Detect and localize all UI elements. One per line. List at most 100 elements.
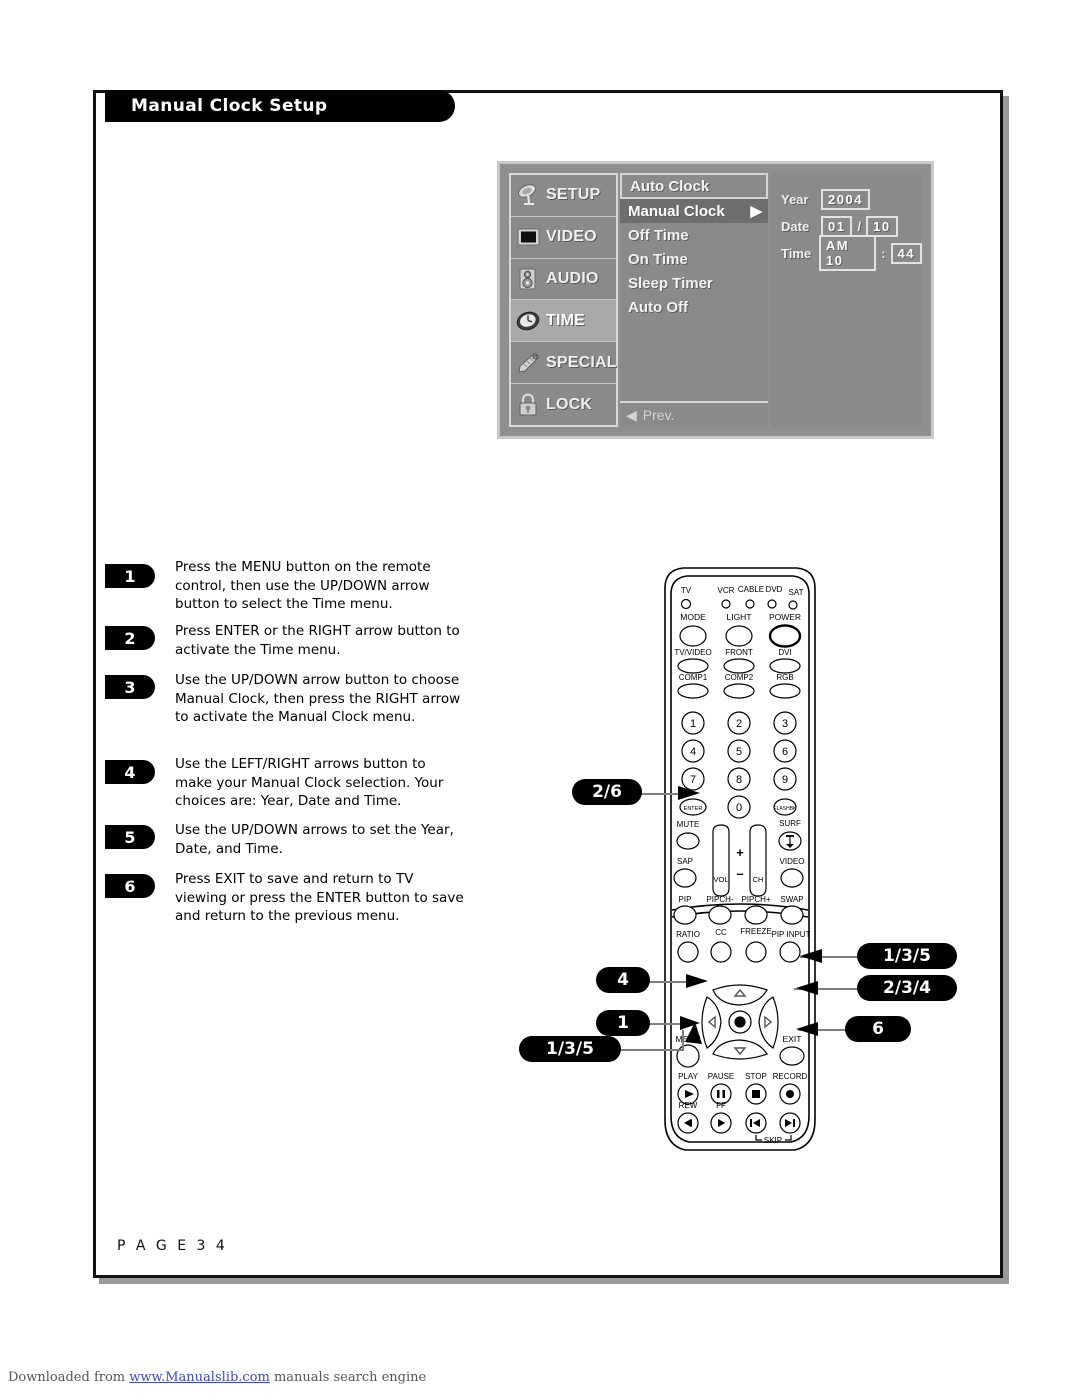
page-title-bar: Manual Clock Setup (105, 90, 455, 122)
svg-text:–: – (736, 866, 743, 881)
svg-text:FREEZE: FREEZE (740, 927, 772, 936)
svg-text:SWAP: SWAP (780, 895, 803, 904)
svg-text:8: 8 (736, 774, 742, 786)
svg-text:MODE: MODE (680, 612, 706, 622)
svg-text:RECORD: RECORD (773, 1072, 808, 1081)
sidebar-item-label: AUDIO (546, 270, 599, 288)
instruction-steps: 1 Press the MENU button on the remote co… (105, 558, 465, 936)
svg-text:3: 3 (782, 718, 788, 730)
step-text: Use the LEFT/RIGHT arrows button to make… (175, 756, 444, 809)
step-badge: 1 (105, 564, 155, 588)
date-day-value[interactable]: 10 (866, 215, 898, 237)
year-value[interactable]: 2004 (821, 188, 870, 210)
callout-line-exit (798, 1029, 846, 1031)
padlock-icon (516, 393, 542, 417)
menu-item-label: Sleep Timer (628, 274, 713, 292)
callout-line-left-arrow (648, 981, 688, 983)
chevron-right-icon: ▶ (750, 203, 762, 220)
svg-text:PAUSE: PAUSE (708, 1072, 735, 1081)
callout-down-arrow: 1/3/5 (519, 1036, 621, 1062)
clock-icon (516, 309, 542, 333)
svg-text:RATIO: RATIO (676, 930, 700, 939)
menu-item-off-time[interactable]: Off Time (620, 223, 768, 247)
sidebar-item-label: TIME (546, 311, 586, 329)
callout-exit: 6 (845, 1016, 911, 1042)
value-row-year: Year 2004 (781, 187, 922, 211)
menu-item-auto-off[interactable]: Auto Off (620, 295, 768, 319)
callout-enter: 2/6 (572, 779, 642, 805)
prev-button[interactable]: ◀ Prev. (620, 401, 768, 427)
sidebar-item-lock[interactable]: LOCK (511, 384, 616, 425)
step-5: 5 Use the UP/DOWN arrows to set the Year… (105, 821, 465, 866)
svg-text:PIPCH+: PIPCH+ (741, 895, 770, 904)
speaker-icon (516, 267, 542, 291)
svg-text:DVI: DVI (778, 648, 791, 657)
svg-text:2: 2 (736, 718, 742, 730)
sidebar-item-label: VIDEO (546, 228, 597, 246)
step-badge: 5 (105, 825, 155, 849)
step-6: 6 Press EXIT to save and return to TV vi… (105, 870, 465, 932)
svg-text:TV/VIDEO: TV/VIDEO (674, 648, 711, 657)
step-badge: 4 (105, 760, 155, 784)
svg-text:PIPCH-: PIPCH- (706, 895, 733, 904)
svg-text:SAT: SAT (789, 588, 804, 597)
svg-text:VOL: VOL (713, 875, 728, 884)
step-text: Press EXIT to save and return to TV view… (175, 871, 464, 924)
menu-spacer (620, 319, 768, 401)
callout-line-up-arrow (800, 956, 860, 958)
svg-text:DVD: DVD (766, 585, 783, 594)
osd-menu-screenshot: SETUP VIDEO AUDIO TIME SPECIAL LOCK Auto… (497, 161, 934, 439)
osd-value-panel: Year 2004 Date 01 / 10 Time AM 10 : 44 (771, 173, 922, 427)
svg-text:REW: REW (679, 1101, 698, 1110)
svg-text:9: 9 (782, 774, 788, 786)
date-month-value[interactable]: 01 (821, 215, 853, 237)
svg-text:VIDEO: VIDEO (780, 857, 805, 866)
svg-text:CABLE: CABLE (738, 585, 764, 594)
time-minute-value[interactable]: 44 (890, 242, 922, 264)
svg-text:FF: FF (716, 1101, 726, 1110)
svg-text:PIP: PIP (679, 895, 692, 904)
menu-item-label: Manual Clock (628, 202, 725, 220)
svg-text:4: 4 (690, 746, 696, 758)
svg-text:6: 6 (782, 746, 788, 758)
menu-item-label: Auto Clock (630, 177, 710, 195)
menu-item-label: Off Time (628, 226, 689, 244)
value-label: Year (781, 191, 809, 207)
sidebar-item-label: SPECIAL (546, 353, 617, 371)
svg-text:7: 7 (690, 774, 696, 786)
value-row-time: Time AM 10 : 44 (781, 235, 922, 271)
download-footer: Downloaded from www.Manualslib.com manua… (8, 1370, 426, 1385)
sidebar-item-time[interactable]: TIME (511, 300, 616, 343)
menu-item-manual-clock[interactable]: Manual Clock ▶ (620, 199, 768, 223)
sidebar-item-video[interactable]: VIDEO (511, 217, 616, 259)
svg-text:CH: CH (753, 875, 764, 884)
prev-label: Prev. (642, 407, 675, 423)
svg-text:0: 0 (736, 802, 742, 814)
svg-text:PLAY: PLAY (678, 1072, 699, 1081)
svg-text:SURF: SURF (779, 819, 801, 828)
svg-text:STOP: STOP (745, 1072, 767, 1081)
menu-item-on-time[interactable]: On Time (620, 247, 768, 271)
sidebar-item-setup[interactable]: SETUP (511, 175, 616, 217)
svg-text:MENU: MENU (675, 1034, 700, 1044)
step-text: Press the MENU button on the remote cont… (175, 559, 431, 612)
svg-text:SKIP: SKIP (764, 1136, 782, 1145)
date-separator: / (857, 218, 862, 234)
osd-sidebar: SETUP VIDEO AUDIO TIME SPECIAL LOCK (509, 173, 618, 427)
footer-prefix: Downloaded from (8, 1370, 130, 1385)
sidebar-item-label: LOCK (546, 395, 593, 413)
svg-text:ENTER: ENTER (684, 806, 703, 812)
page-number: P A G E 3 4 (117, 1238, 228, 1254)
menu-item-sleep-timer[interactable]: Sleep Timer (620, 271, 768, 295)
tag-icon (516, 351, 542, 375)
time-hour-value[interactable]: AM 10 (818, 235, 877, 271)
sidebar-item-audio[interactable]: AUDIO (511, 259, 616, 301)
callout-line-down-arrow-v (682, 1030, 684, 1051)
menu-item-auto-clock[interactable]: Auto Clock (620, 173, 768, 199)
svg-text:1: 1 (690, 718, 696, 730)
value-label: Date (781, 218, 810, 234)
step-badge: 2 (105, 626, 155, 650)
manualslib-link[interactable]: www.Manualslib.com (129, 1370, 270, 1385)
svg-text:COMP1: COMP1 (679, 673, 708, 682)
sidebar-item-special[interactable]: SPECIAL (511, 342, 617, 385)
